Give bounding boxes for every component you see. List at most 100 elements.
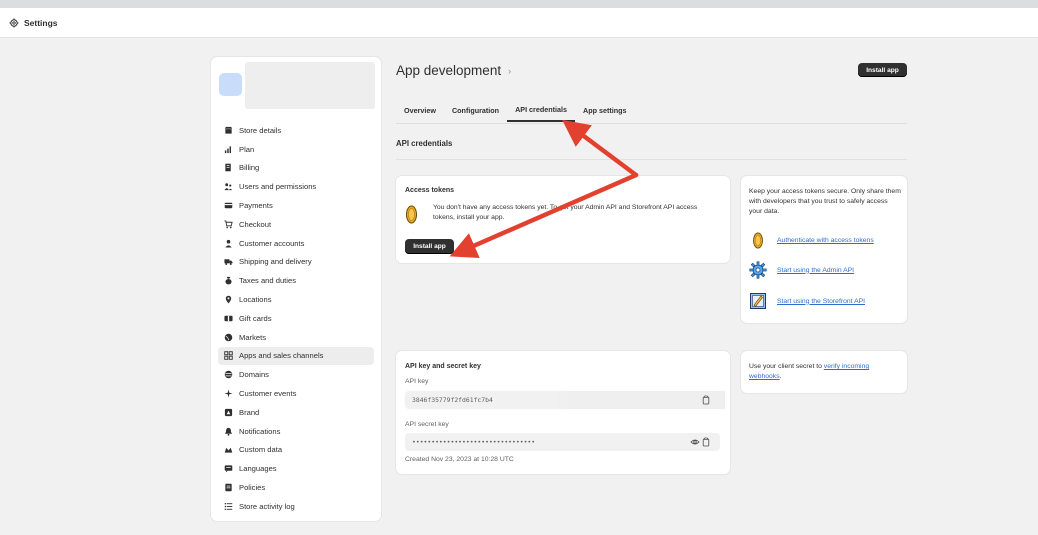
created-timestamp: Created Nov 23, 2023 at 10:28 UTC: [405, 456, 514, 463]
store-name-redacted: [245, 62, 375, 109]
sidebar-item-policies[interactable]: Policies: [218, 478, 374, 497]
location-icon: [224, 295, 233, 304]
gear-icon: [749, 261, 767, 279]
tab-api-credentials[interactable]: API credentials: [507, 98, 576, 122]
api-key-value: 3846f35779f2fd61fc7b4: [412, 396, 493, 404]
gift-card-icon: [224, 314, 233, 323]
sidebar-item-customer-events[interactable]: Customer events: [218, 384, 374, 403]
sidebar-item-brand[interactable]: Brand: [218, 403, 374, 422]
bell-icon: [224, 427, 233, 436]
users-icon: [224, 182, 233, 191]
sidebar-item-taxes-and-duties[interactable]: Taxes and duties: [218, 271, 374, 290]
store-avatar[interactable]: [219, 73, 242, 96]
install-app-button-header[interactable]: Install app: [858, 63, 907, 77]
chevron-right-icon[interactable]: ›: [508, 66, 511, 76]
sidebar-item-shipping-and-delivery[interactable]: Shipping and delivery: [218, 253, 374, 272]
copy-icon[interactable]: [701, 437, 711, 447]
eye-icon[interactable]: [690, 437, 700, 447]
sidebar-item-notifications[interactable]: Notifications: [218, 422, 374, 441]
tab-divider: [396, 123, 907, 124]
link-admin-api-label[interactable]: Start using the Admin API: [777, 267, 854, 274]
sidebar-item-payments[interactable]: Payments: [218, 196, 374, 215]
sidebar-item-checkout[interactable]: Checkout: [218, 215, 374, 234]
sidebar-item-languages[interactable]: Languages: [218, 459, 374, 478]
client-secret-text-after: .: [779, 373, 782, 380]
cart-icon: [224, 220, 233, 229]
api-key-redaction: [555, 391, 725, 409]
sidebar-item-label: Customer accounts: [239, 238, 305, 248]
api-keys-heading: API key and secret key: [405, 363, 481, 370]
coin-icon: [749, 231, 767, 249]
sidebar-item-plan[interactable]: Plan: [218, 140, 374, 159]
database-icon: [224, 445, 233, 454]
link-admin-api[interactable]: Start using the Admin API: [749, 261, 854, 279]
sidebar-item-gift-cards[interactable]: Gift cards: [218, 309, 374, 328]
sidebar-item-label: Payments: [239, 201, 273, 211]
settings-topbar: Settings: [0, 8, 1038, 38]
sidebar-item-users-and-permissions[interactable]: Users and permissions: [218, 177, 374, 196]
sidebar-item-label: Taxes and duties: [239, 276, 296, 286]
settings-title: Settings: [24, 17, 58, 28]
list-icon: [224, 502, 233, 511]
sidebar-item-custom-data[interactable]: Custom data: [218, 441, 374, 460]
client-secret-card: Use your client secret to verify incomin…: [741, 351, 907, 393]
api-keys-card: API key and secret key API key 3846f3577…: [396, 351, 730, 474]
sidebar-item-apps-and-sales-channels[interactable]: Apps and sales channels: [218, 346, 374, 366]
coin-icon: [406, 205, 417, 224]
copy-icon[interactable]: [701, 395, 711, 405]
link-authenticate-label[interactable]: Authenticate with access tokens: [777, 237, 874, 244]
client-secret-text-before: Use your client secret to: [749, 363, 824, 370]
tax-icon: [224, 276, 233, 285]
receipt-icon: [224, 163, 233, 172]
sidebar-item-label: Store activity log: [239, 501, 295, 511]
sidebar-item-label: Gift cards: [239, 313, 272, 323]
sidebar-item-label: Billing: [239, 163, 260, 173]
section-divider: [396, 159, 907, 160]
sidebar-item-label: Custom data: [239, 445, 283, 455]
link-storefront-api[interactable]: Start using the Storefront API: [749, 292, 865, 310]
sidebar-item-store-details[interactable]: Store details: [218, 121, 374, 140]
sidebar-item-store-activity-log[interactable]: Store activity log: [218, 497, 374, 516]
brand-icon: [224, 408, 233, 417]
sidebar-item-label: Plan: [239, 144, 255, 154]
sidebar-item-domains[interactable]: Domains: [218, 365, 374, 384]
sparkle-icon: [224, 389, 233, 398]
tab-configuration[interactable]: Configuration: [444, 98, 507, 122]
tab-overview[interactable]: Overview: [396, 98, 444, 122]
sidebar-item-label: Apps and sales channels: [239, 351, 324, 361]
sidebar-item-billing[interactable]: Billing: [218, 159, 374, 178]
api-secret-label: API secret key: [405, 421, 449, 428]
chart-icon: [224, 145, 233, 154]
storefront-icon: [749, 292, 767, 310]
api-secret-field[interactable]: ••••••••••••••••••••••••••••••••: [405, 433, 720, 451]
sidebar-item-label: Locations: [239, 295, 272, 305]
access-tokens-heading: Access tokens: [405, 187, 455, 194]
tab-bar: Overview Configuration API credentials A…: [396, 98, 635, 124]
sidebar-item-label: Customer events: [239, 389, 297, 399]
gear-icon: [9, 18, 19, 28]
sidebar-item-markets[interactable]: Markets: [218, 328, 374, 347]
api-key-field[interactable]: 3846f35779f2fd61fc7b4: [405, 391, 725, 409]
sidebar-item-label: Domains: [239, 370, 269, 380]
sidebar-item-customer-accounts[interactable]: Customer accounts: [218, 234, 374, 253]
policy-icon: [224, 483, 233, 492]
globe-icon: [224, 333, 233, 342]
access-tokens-card: Access tokens You don't have any access …: [396, 176, 730, 263]
client-secret-text: Use your client secret to verify incomin…: [749, 362, 901, 382]
tab-app-settings[interactable]: App settings: [575, 98, 635, 122]
page-title-text: App development: [396, 63, 502, 78]
domain-globe-icon: [224, 370, 233, 379]
sidebar-item-locations[interactable]: Locations: [218, 290, 374, 309]
payments-icon: [224, 201, 233, 210]
sidebar-item-label: Markets: [239, 332, 267, 342]
store-icon: [224, 126, 233, 135]
link-authenticate[interactable]: Authenticate with access tokens: [749, 231, 874, 249]
token-security-text: Keep your access tokens secure. Only sha…: [749, 188, 901, 215]
link-storefront-api-label[interactable]: Start using the Storefront API: [777, 298, 865, 305]
apps-icon: [224, 351, 233, 361]
sidebar-item-label: Notifications: [239, 426, 281, 436]
token-security-card: Keep your access tokens secure. Only sha…: [741, 176, 907, 323]
install-app-button[interactable]: Install app: [405, 239, 454, 254]
sidebar-item-label: Policies: [239, 483, 266, 493]
language-icon: [224, 464, 233, 473]
